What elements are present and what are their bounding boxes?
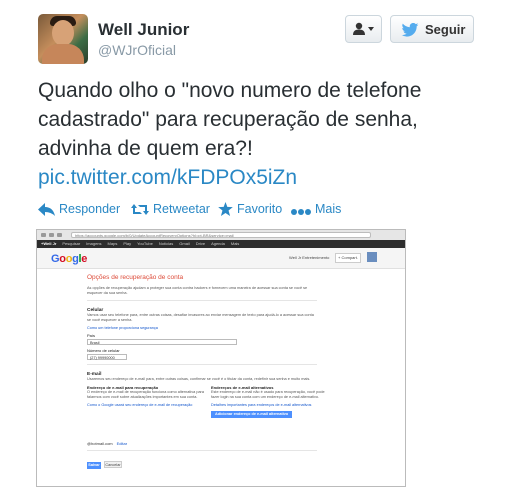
google-bar-item: Mais <box>230 241 240 246</box>
recovery-email-link: Como o Google usará seu endereço de e-ma… <box>87 403 193 407</box>
add-alt-email-button: Adicionar endereço de e-mail alternativo <box>211 411 293 418</box>
google-bar-item: Gmail <box>179 241 190 246</box>
google-bar-item: YouTube <box>137 241 153 246</box>
google-bar-item: Drive <box>195 241 206 246</box>
country-select: Brasil <box>87 339 237 345</box>
follow-label: Seguir <box>425 22 466 37</box>
more-dots-icon <box>291 209 311 215</box>
divider <box>87 300 317 301</box>
alt-email-column: Endereços de e-mail alternativos Este en… <box>211 385 329 418</box>
form-buttons: Salvar Cancelar <box>87 461 317 469</box>
alt-email-link: Detalhes importantes para endereços de e… <box>211 403 312 407</box>
cancel-button: Cancelar <box>104 461 122 468</box>
forward-icon <box>49 233 54 237</box>
account-name: Well Jr Entretenimento <box>289 255 330 260</box>
phone-link: Como um telefone proporciona segurança <box>87 326 158 330</box>
more-action[interactable]: Mais <box>291 202 341 216</box>
recovery-email-text: O endereço de e-mail de recuperação func… <box>87 390 204 399</box>
retweet-label: Retweetar <box>153 202 210 216</box>
recovery-email-column: Endereço de e-mail para recuperação O en… <box>87 385 205 407</box>
email-row: @hotmail.com Editar <box>87 441 317 446</box>
retweet-icon <box>131 204 149 215</box>
google-bar-item: Play <box>123 241 132 246</box>
avatar-face <box>52 20 74 46</box>
google-bar-item: Imagens <box>86 241 102 246</box>
phone-text: Vamos usar seu telefone para, entre outr… <box>87 313 314 322</box>
save-button: Salvar <box>87 462 101 469</box>
email-value: @hotmail.com <box>87 441 113 446</box>
country-label: País <box>87 333 96 338</box>
google-bar-item: Pesquisar <box>62 241 81 246</box>
address-bar: https://accounts.google.com/b/0/UpdateAc… <box>71 232 371 238</box>
google-bar-item: Notícias <box>158 241 174 246</box>
reload-icon <box>57 233 62 237</box>
recovery-intro: As opções de recuperação ajudam a proteg… <box>87 286 308 295</box>
tweet-body: Quando olho o "novo numero de telefone c… <box>38 79 422 160</box>
reply-action[interactable]: Responder <box>38 202 120 216</box>
phone-input: (27) 99990000 <box>87 354 127 360</box>
email-text: Usaremos seu endereço de e-mail para, en… <box>87 377 311 381</box>
avatar-body <box>42 44 84 64</box>
google-bar-item: +Well Jr <box>41 241 57 246</box>
reply-label: Responder <box>59 202 121 216</box>
google-bar-item: Agenda <box>211 241 225 246</box>
google-header: Google Well Jr Entretenimento + Compart. <box>37 248 405 269</box>
divider <box>87 364 317 365</box>
follow-button[interactable]: Seguir <box>390 15 474 43</box>
twitter-bird-icon <box>401 23 419 37</box>
google-bar-item: Maps <box>107 241 118 246</box>
retweet-action[interactable]: Retweetar <box>131 202 210 216</box>
google-logo: Google <box>51 253 88 265</box>
avatar[interactable] <box>38 14 88 64</box>
email-edit-link: Editar <box>116 441 128 446</box>
tweet-image[interactable]: https://accounts.google.com/b/0/UpdateAc… <box>36 229 406 487</box>
favorite-label: Favorito <box>237 202 283 216</box>
tweet-link[interactable]: pic.twitter.com/kFDPOx5iZn <box>38 166 297 189</box>
email-columns: Endereço de e-mail para recuperação O en… <box>87 385 325 437</box>
alt-email-text: Este endereço de e-mail não é usado para… <box>211 390 325 399</box>
back-icon <box>41 233 46 237</box>
user-name[interactable]: Well Junior <box>98 20 189 40</box>
recovery-title: Opções de recuperação de conta <box>87 274 184 281</box>
google-bar: +Well Jr Pesquisar Imagens Maps Play YouTube N… <box>37 240 405 248</box>
user-dropdown-icon <box>353 22 374 35</box>
divider <box>87 450 317 451</box>
tweet-text: Quando olho o "novo numero de telefone c… <box>38 76 478 192</box>
recovery-form: Opções de recuperação de conta As opções… <box>87 274 325 469</box>
more-label: Mais <box>315 202 342 216</box>
phone-label: Número de celular <box>87 348 120 353</box>
share-button: + Compart. <box>335 253 361 263</box>
star-icon <box>218 202 233 216</box>
reply-icon <box>38 203 55 216</box>
user-handle[interactable]: @WJrOficial <box>98 42 176 58</box>
favorite-action[interactable]: Favorito <box>218 202 282 216</box>
account-avatar <box>367 252 377 262</box>
user-actions-button[interactable] <box>345 15 382 43</box>
